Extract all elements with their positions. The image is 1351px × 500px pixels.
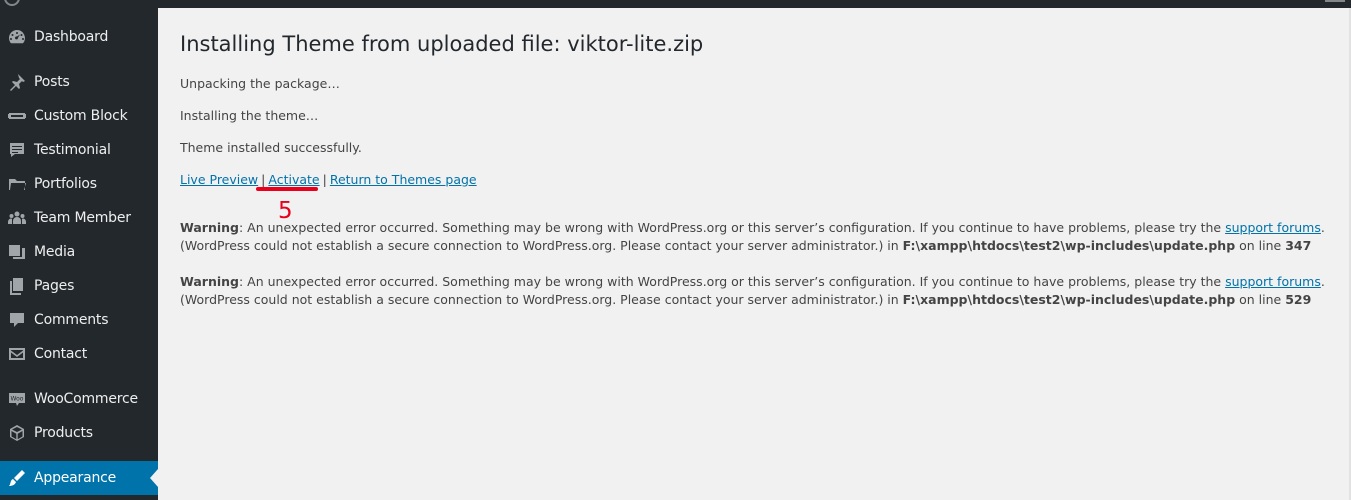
support-forums-link[interactable]: support forums [1225,220,1321,235]
sidebar-item-label: Custom Block [34,108,128,124]
annotation-step-number: 5 [278,198,293,224]
warning-file-path: F:\xampp\htdocs\test2\wp-includes\update… [902,238,1236,253]
sidebar-item-portfolios[interactable]: Portfolios [0,167,158,201]
theme-action-links: Live Preview | Activate | Return to Themes p… [180,172,477,187]
sidebar-item-woocommerce[interactable]: Woo WooCommerce [0,382,158,416]
sidebar-item-pages[interactable]: Pages [0,269,158,303]
sidebar-item-label: Contact [34,346,88,362]
block-icon [0,99,34,133]
pin-icon [0,65,34,99]
sidebar-item-label: Testimonial [34,142,111,158]
warning-text: on line [1235,238,1286,253]
sidebar-item-label: Portfolios [34,176,97,192]
warning-line-number: 529 [1285,292,1312,307]
status-message-unpacking: Unpacking the package… [180,76,340,91]
wordpress-logo-icon[interactable] [4,0,20,6]
sidebar-item-custom-block[interactable]: Custom Block [0,99,158,133]
link-separator: | [261,172,266,187]
sidebar-item-team-member[interactable]: Team Member [0,201,158,235]
comments-icon [0,303,34,337]
sidebar-item-label: Appearance [34,470,117,486]
sidebar-item-dashboard[interactable]: Dashboard [0,20,158,54]
box-icon [0,416,34,450]
live-preview-link[interactable]: Live Preview [180,172,258,187]
annotation-underline [256,187,318,191]
mail-icon [0,337,34,371]
sidebar-item-testimonial[interactable]: Testimonial [0,133,158,167]
team-icon [0,201,34,235]
warning-line-number: 347 [1285,238,1312,253]
sidebar-item-label: Posts [34,74,70,90]
activate-link[interactable]: Activate [268,172,319,187]
svg-text:Woo: Woo [11,396,24,403]
page-title: Installing Theme from uploaded file: vik… [180,32,704,56]
folder-icon [0,167,34,201]
admin-sidebar: Dashboard Posts Custom Block Testimonial… [0,8,158,500]
sidebar-item-label: Dashboard [34,29,109,45]
link-separator: | [322,172,327,187]
brush-icon [0,461,34,495]
warning-label: Warning [180,220,239,235]
sidebar-item-contact[interactable]: Contact [0,337,158,371]
return-to-themes-link[interactable]: Return to Themes page [330,172,477,187]
sidebar-item-label: Comments [34,312,109,328]
admin-bar [0,0,1351,8]
php-warning: Warning: An unexpected error occurred. S… [180,219,1330,255]
php-warning: Warning: An unexpected error occurred. S… [180,273,1330,309]
warning-text: on line [1235,292,1286,307]
status-message-installing: Installing the theme… [180,108,319,123]
pages-icon [0,269,34,303]
sidebar-item-media[interactable]: Media [0,235,158,269]
warning-text: : An unexpected error occurred. Somethin… [238,274,1226,289]
warning-text: : An unexpected error occurred. Somethin… [238,220,1226,235]
warning-label: Warning [180,274,239,289]
dashboard-icon [0,20,34,54]
status-message-success: Theme installed successfully. [180,140,362,155]
support-forums-link[interactable]: support forums [1225,274,1321,289]
sidebar-item-comments[interactable]: Comments [0,303,158,337]
sidebar-item-label: Pages [34,278,75,294]
sidebar-item-posts[interactable]: Posts [0,65,158,99]
sidebar-item-label: Team Member [34,210,131,226]
sidebar-item-label: WooCommerce [34,391,138,407]
sidebar-item-label: Media [34,244,76,260]
testimonial-icon [0,133,34,167]
sidebar-item-products[interactable]: Products [0,416,158,450]
warning-file-path: F:\xampp\htdocs\test2\wp-includes\update… [902,292,1236,307]
woocommerce-icon: Woo [0,382,34,416]
sidebar-item-appearance[interactable]: Appearance [0,461,158,495]
admin-bar-account-icon[interactable] [1325,0,1345,2]
media-icon [0,235,34,269]
main-content: Installing Theme from uploaded file: vik… [158,8,1351,500]
sidebar-item-label: Products [34,425,93,441]
